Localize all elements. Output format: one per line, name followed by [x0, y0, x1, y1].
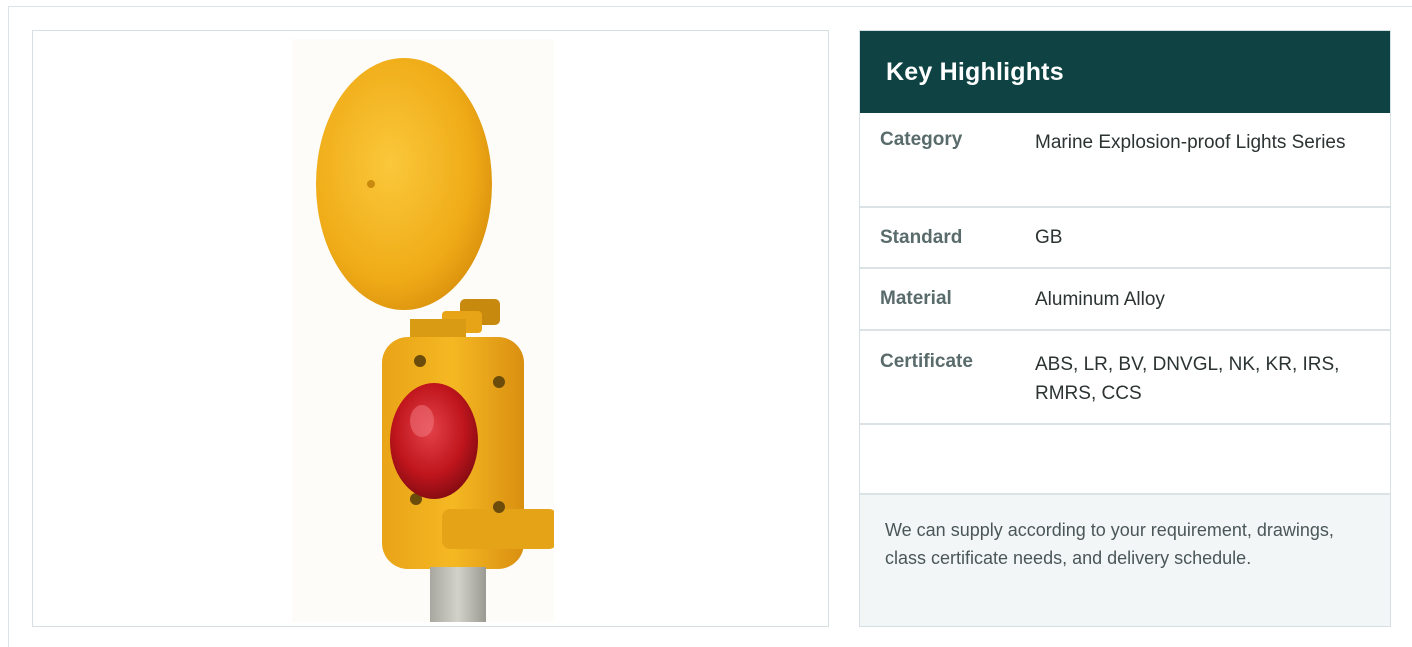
- table-row: Category Marine Explosion-proof Lights S…: [860, 113, 1390, 208]
- row-value: GB: [1035, 227, 1063, 248]
- key-highlights-panel: Key Highlights Category Marine Explosion…: [859, 30, 1391, 627]
- highlights-table: Category Marine Explosion-proof Lights S…: [860, 113, 1390, 495]
- product-photo[interactable]: [292, 39, 557, 622]
- table-row-empty: [860, 425, 1390, 495]
- table-row: Material Aluminum Alloy: [860, 269, 1390, 331]
- row-value: Marine Explosion-proof Lights Series: [1035, 132, 1346, 153]
- row-label: Category: [880, 129, 963, 150]
- row-label: Certificate: [880, 351, 973, 372]
- row-label: [860, 425, 1035, 493]
- row-value: Aluminum Alloy: [1035, 288, 1165, 310]
- supply-note: We can supply according to your requirem…: [860, 495, 1390, 626]
- row-label: Standard: [880, 226, 963, 248]
- row-value: [1035, 425, 1390, 493]
- row-value: ABS, LR, BV, DNVGL, NK, KR, IRS, RMRS, C…: [1035, 354, 1340, 404]
- table-row: Certificate ABS, LR, BV, DNVGL, NK, KR, …: [860, 331, 1390, 425]
- explosion-proof-signal-light-image: [316, 58, 557, 622]
- key-highlights-header: Key Highlights: [860, 31, 1390, 113]
- key-highlights-title: Key Highlights: [886, 57, 1064, 86]
- table-row: Standard GB: [860, 208, 1390, 269]
- product-image-card: [32, 30, 829, 627]
- row-label: Material: [880, 288, 952, 309]
